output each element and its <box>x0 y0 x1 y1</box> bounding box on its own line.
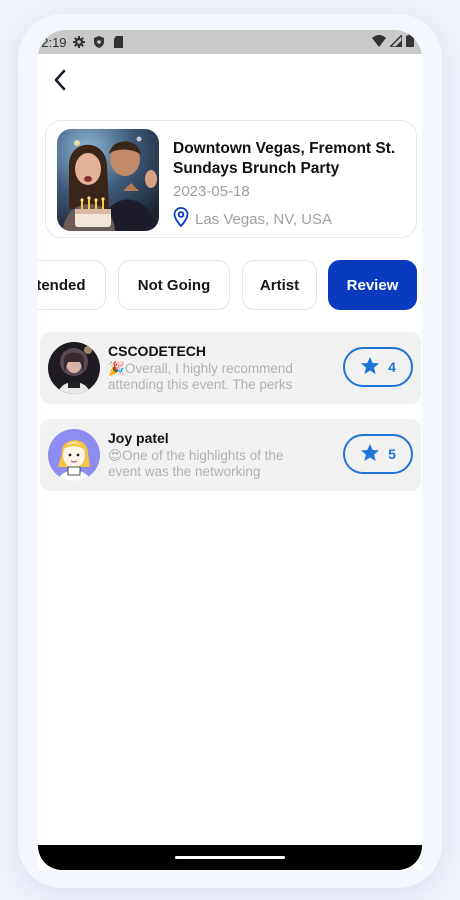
sdcard-icon <box>113 36 125 48</box>
rating-badge[interactable]: 4 <box>343 347 413 387</box>
event-location-text: Las Vegas, NV, USA <box>195 210 333 228</box>
tab-artist[interactable]: Artist <box>242 260 317 310</box>
event-tabs: Attended Not Going Artist Review <box>38 260 422 312</box>
back-button[interactable] <box>46 66 74 98</box>
tab-not-going-label: Not Going <box>137 276 211 294</box>
rating-value: 4 <box>388 359 396 375</box>
tab-not-going[interactable]: Not Going <box>118 260 230 310</box>
heart-eyes-emoji: 😍 <box>108 448 123 463</box>
app-screen: 12:19 <box>38 30 422 870</box>
tab-artist-label: Artist <box>259 276 300 294</box>
shield-icon <box>93 36 105 48</box>
navigation-bar <box>38 845 422 870</box>
status-indicators <box>372 32 414 50</box>
review-card[interactable]: CSCODETECH 🎉Overall, I highly recommend … <box>40 332 421 404</box>
home-gesture-handle[interactable] <box>175 856 285 859</box>
status-time: 12:19 <box>38 34 67 50</box>
star-icon <box>360 356 380 379</box>
review-body: One of the highlights of the event was t… <box>108 448 284 479</box>
review-body: Overall, I highly recommend attending th… <box>108 361 293 392</box>
tab-attended-label: Attended <box>38 276 86 294</box>
review-author: CSCODETECH <box>108 343 207 359</box>
signal-icon <box>388 32 403 50</box>
star-icon <box>360 443 380 466</box>
event-date: 2023-05-18 <box>173 183 250 200</box>
review-text: 😍One of the highlights of the event was … <box>108 448 313 480</box>
review-card[interactable]: Joy patel 😍One of the highlights of the … <box>40 419 421 491</box>
avatar <box>48 429 100 481</box>
avatar <box>48 342 100 394</box>
review-text: 🎉Overall, I highly recommend attending t… <box>108 361 313 393</box>
event-location: Las Vegas, NV, USA <box>173 207 332 231</box>
party-emoji: 🎉 <box>108 361 125 376</box>
review-author: Joy patel <box>108 430 169 446</box>
chevron-left-icon <box>53 69 67 96</box>
event-title: Downtown Vegas, Fremont St. Sundays Brun… <box>173 140 396 177</box>
tab-review[interactable]: Review <box>328 260 417 310</box>
gear-icon <box>72 36 85 48</box>
tab-attended[interactable]: Attended <box>38 260 106 310</box>
event-image <box>57 129 159 231</box>
rating-value: 5 <box>388 446 396 462</box>
rating-badge[interactable]: 5 <box>343 434 413 474</box>
status-bar: 12:19 <box>38 30 422 54</box>
map-pin-icon <box>173 207 189 231</box>
event-card[interactable]: Downtown Vegas, Fremont St. Sundays Brun… <box>45 120 417 238</box>
tab-review-label: Review <box>346 276 399 294</box>
battery-icon <box>406 34 414 50</box>
wifi-icon <box>372 34 386 50</box>
